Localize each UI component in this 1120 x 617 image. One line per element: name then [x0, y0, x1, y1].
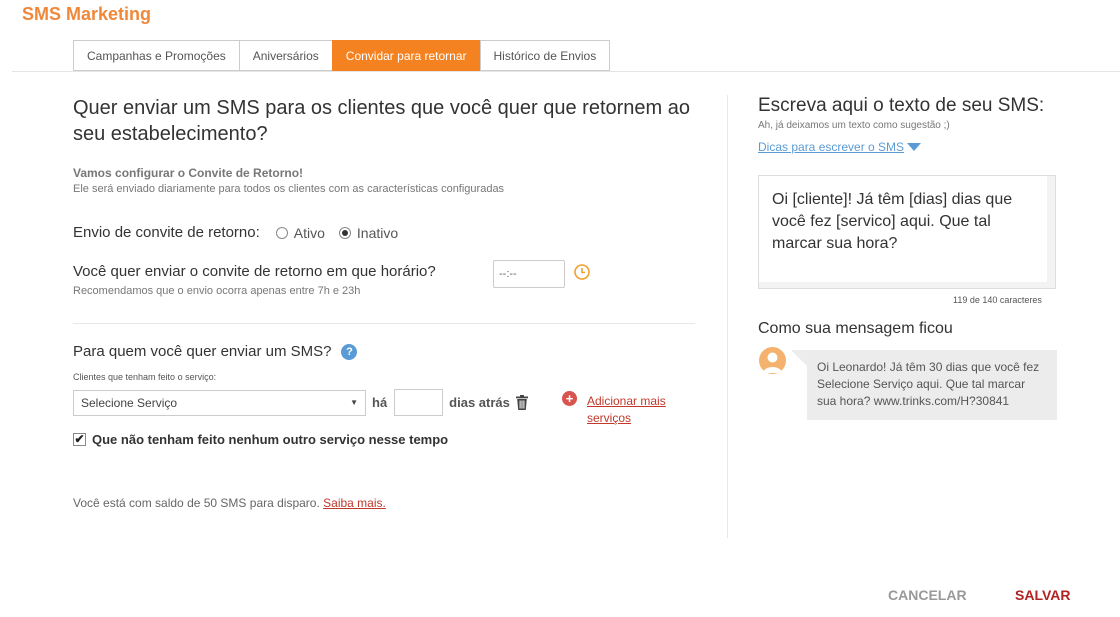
para-quem-label: Para quem você quer enviar um SMS?: [73, 343, 332, 360]
radio-inativo-label: Inativo: [356, 224, 399, 241]
tips-link[interactable]: Dicas para escrever o SMS: [758, 140, 1068, 154]
time-input[interactable]: --:--: [493, 260, 565, 288]
sms-textarea[interactable]: Oi [cliente]! Já têm [dias] dias que voc…: [758, 175, 1056, 289]
sms-panel: Escreva aqui o texto de seu SMS: Ah, já …: [758, 95, 1068, 420]
tab-campanhas[interactable]: Campanhas e Promoções: [73, 40, 239, 71]
radio-ativo-circle[interactable]: [275, 226, 288, 239]
message-preview-bubble: Oi Leonardo! Já têm 30 dias que você fez…: [791, 350, 1057, 420]
avatar: [759, 347, 786, 374]
column-divider: [727, 95, 728, 538]
config-description: Ele será enviado diariamente para todos …: [73, 183, 505, 195]
horario-hint: Recomendamos que o envio ocorra apenas e…: [73, 285, 361, 297]
tab-convidar-retornar[interactable]: Convidar para retornar: [331, 40, 480, 71]
char-count: 119 de 140 caracteres: [953, 295, 1042, 305]
ha-label: há: [372, 395, 388, 410]
servico-row: Selecione Serviço ▼ há dias atrás: [73, 389, 528, 416]
tabs-divider: [12, 71, 1120, 72]
tips-link-label[interactable]: Dicas para escrever o SMS: [758, 140, 904, 154]
cancel-button[interactable]: CANCELAR: [888, 587, 967, 603]
envio-row: Envio de convite de retorno: Ativo Inati…: [73, 224, 398, 241]
checkbox-label: Que não tenham feito nenhum outro serviç…: [92, 432, 449, 447]
sms-title: Escreva aqui o texto de seu SMS:: [758, 95, 1045, 116]
servico-select[interactable]: Selecione Serviço ▼: [73, 389, 366, 416]
user-icon: [763, 352, 782, 373]
horario-question: Você quer enviar o convite de retorno em…: [73, 263, 436, 280]
checkbox-row: ✔ Que não tenham feito nenhum outro serv…: [73, 432, 448, 447]
tab-historico[interactable]: Histórico de Envios: [479, 40, 611, 71]
saldo-message: Você está com saldo de 50 SMS para dispa…: [73, 496, 320, 510]
clientes-label: Clientes que tenham feito o serviço:: [73, 372, 217, 382]
saldo-text: Você está com saldo de 50 SMS para dispa…: [73, 496, 386, 510]
clock-icon[interactable]: [573, 263, 591, 281]
preview-title: Como sua mensagem ficou: [758, 320, 953, 337]
servico-select-value: Selecione Serviço: [81, 395, 178, 410]
add-circle-icon[interactable]: +: [562, 391, 577, 406]
envio-label: Envio de convite de retorno:: [73, 224, 260, 241]
trash-icon[interactable]: [515, 395, 528, 410]
no-other-service-checkbox[interactable]: ✔: [73, 433, 86, 446]
radio-ativo-label: Ativo: [293, 224, 325, 241]
radio-inativo-circle[interactable]: [338, 226, 351, 239]
para-quem-row: Para quem você quer enviar um SMS? ?: [73, 343, 358, 360]
add-services-link[interactable]: Adicionar mais serviços: [587, 393, 687, 427]
main-question: Quer enviar um SMS para os clientes que …: [73, 97, 690, 145]
chevron-down-icon: ▼: [350, 398, 358, 407]
horario-row: Você quer enviar o convite de retorno em…: [73, 260, 695, 297]
saiba-mais-link[interactable]: Saiba mais.: [323, 496, 386, 510]
save-button[interactable]: SALVAR: [1015, 587, 1070, 603]
tab-aniversarios[interactable]: Aniversários: [238, 40, 332, 71]
tab-bar: Campanhas e Promoções Aniversários Convi…: [73, 40, 611, 71]
config-title: Vamos configurar o Convite de Retorno!: [73, 166, 304, 180]
sms-subtitle: Ah, já deixamos um texto como sugestão ;…: [758, 120, 950, 131]
radio-inativo[interactable]: Inativo: [338, 224, 399, 241]
app-title: SMS Marketing: [22, 4, 152, 24]
dias-label: dias atrás: [449, 395, 510, 410]
config-panel: Quer enviar um SMS para os clientes que …: [73, 95, 695, 510]
radio-ativo[interactable]: Ativo: [275, 224, 325, 241]
section-divider: [73, 323, 695, 324]
help-icon[interactable]: ?: [341, 343, 358, 360]
dias-input[interactable]: [394, 389, 444, 416]
triangle-down-icon[interactable]: [907, 143, 922, 151]
